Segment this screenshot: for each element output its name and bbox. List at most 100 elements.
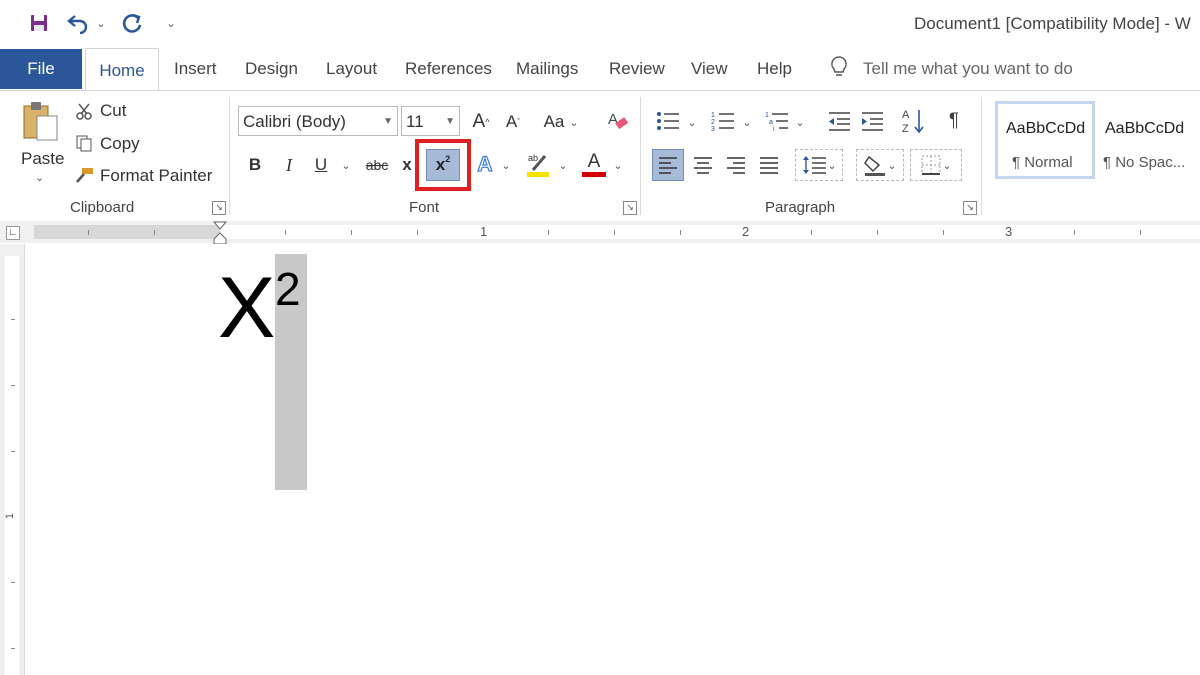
paragraph-launcher-icon[interactable]: ↘ bbox=[963, 201, 977, 215]
numbering-icon[interactable]: 123 bbox=[710, 107, 736, 135]
ribbon: Paste ⌄ Cut Copy Format Painter Clipboar… bbox=[0, 90, 1200, 222]
undo-icon[interactable] bbox=[64, 10, 92, 36]
font-size-box[interactable]: 11 ▼ bbox=[401, 106, 460, 136]
ruler-tick bbox=[811, 230, 812, 235]
font-name-dropdown-icon[interactable]: ▼ bbox=[383, 107, 393, 137]
ruler-number: 1 bbox=[4, 512, 17, 520]
superscript-exponent: 2 bbox=[445, 154, 451, 164]
italic-button[interactable]: I bbox=[278, 151, 300, 179]
highlight-dropdown-icon[interactable]: ⌄ bbox=[557, 153, 569, 177]
paste-icon[interactable] bbox=[20, 97, 60, 145]
scissors-icon[interactable] bbox=[74, 101, 94, 121]
tab-file[interactable]: File bbox=[0, 49, 82, 89]
numbering-dropdown-icon[interactable]: ⌄ bbox=[741, 111, 753, 133]
bullets-icon[interactable] bbox=[655, 107, 681, 135]
tab-selector-icon[interactable]: ∟ bbox=[6, 226, 20, 240]
separator bbox=[981, 97, 982, 215]
ruler-tick bbox=[614, 230, 615, 235]
multilevel-dropdown-icon[interactable]: ⌄ bbox=[794, 111, 806, 133]
paragraph-group-label: Paragraph bbox=[765, 199, 836, 216]
sort-icon[interactable]: AZ bbox=[900, 105, 926, 137]
tab-design[interactable]: Design bbox=[245, 48, 298, 90]
grow-font-icon[interactable]: A ^ bbox=[469, 109, 493, 135]
shading-icon[interactable]: ⌄ bbox=[856, 149, 904, 181]
svg-text:ab: ab bbox=[528, 153, 538, 163]
font-size-dropdown-icon[interactable]: ▼ bbox=[445, 107, 455, 137]
style-normal-label: ¶ Normal bbox=[1012, 154, 1073, 171]
svg-text:A: A bbox=[608, 111, 618, 128]
paste-dropdown-icon[interactable]: ⌄ bbox=[35, 171, 44, 184]
show-formatting-marks-icon[interactable]: ¶ bbox=[942, 107, 966, 135]
vertical-ruler[interactable]: 1 bbox=[0, 244, 25, 675]
underline-dropdown-icon[interactable]: ⌄ bbox=[340, 153, 352, 177]
ruler-tick bbox=[11, 582, 15, 583]
text-effects-dropdown-icon[interactable]: ⌄ bbox=[500, 153, 512, 177]
ruler-number: 1 bbox=[480, 224, 488, 239]
horizontal-ruler[interactable]: ∟ 1 2 3 bbox=[0, 221, 1200, 251]
redo-icon[interactable] bbox=[118, 10, 146, 36]
svg-text:Z: Z bbox=[902, 123, 909, 135]
text-effects-button[interactable]: A bbox=[474, 151, 496, 179]
tab-references[interactable]: References bbox=[405, 48, 492, 90]
style-normal[interactable]: AaBbCcDd ¶ Normal bbox=[995, 101, 1095, 179]
tab-review[interactable]: Review bbox=[609, 48, 665, 90]
ruler-number: 3 bbox=[1005, 224, 1013, 239]
ruler-tick bbox=[943, 230, 944, 235]
align-right-icon[interactable] bbox=[722, 149, 750, 181]
tell-me-search[interactable]: Tell me what you want to do bbox=[829, 48, 1073, 90]
title-bar: ⌄ ⌄ Document1 [Compatibility Mode] - W bbox=[0, 0, 1200, 48]
justify-icon[interactable] bbox=[755, 149, 783, 181]
subscript-button[interactable]: x bbox=[399, 151, 415, 179]
font-name-box[interactable]: Calibri (Body) ▼ bbox=[238, 106, 398, 136]
superscript-base: x bbox=[435, 155, 446, 174]
clipboard-launcher-icon[interactable]: ↘ bbox=[212, 201, 226, 215]
decrease-indent-icon[interactable] bbox=[826, 107, 852, 135]
increase-indent-icon[interactable] bbox=[859, 107, 885, 135]
tab-insert[interactable]: Insert bbox=[174, 48, 217, 90]
highlight-icon[interactable]: ab bbox=[524, 149, 552, 179]
tab-mailings[interactable]: Mailings bbox=[516, 48, 578, 90]
svg-text:i: i bbox=[773, 126, 775, 132]
copy-icon[interactable] bbox=[74, 133, 94, 153]
clear-formatting-icon[interactable]: A bbox=[603, 107, 631, 135]
tab-home[interactable]: Home bbox=[85, 48, 159, 93]
style-normal-preview: AaBbCcDd bbox=[1006, 120, 1086, 137]
format-painter-button[interactable]: Format Painter bbox=[100, 166, 212, 186]
font-color-dropdown-icon[interactable]: ⌄ bbox=[612, 153, 624, 177]
align-center-icon[interactable] bbox=[689, 149, 717, 181]
window-title: Document1 [Compatibility Mode] - W bbox=[914, 14, 1191, 33]
change-case-button[interactable]: Aa bbox=[540, 109, 568, 135]
style-no-spacing-preview: AaBbCcDd bbox=[1105, 120, 1185, 137]
paste-label[interactable]: Paste bbox=[21, 149, 64, 169]
strikethrough-button[interactable]: abc bbox=[362, 151, 392, 179]
bullets-dropdown-icon[interactable]: ⌄ bbox=[686, 111, 698, 133]
ruler-margin-left bbox=[34, 225, 220, 239]
copy-button[interactable]: Copy bbox=[100, 134, 140, 154]
ruler-tick bbox=[548, 230, 549, 235]
undo-dropdown-icon[interactable]: ⌄ bbox=[94, 10, 108, 36]
ruler-tick bbox=[1140, 230, 1141, 235]
multilevel-list-icon[interactable]: 1ai bbox=[764, 107, 790, 135]
borders-icon[interactable]: ⌄ bbox=[910, 149, 962, 181]
customize-icon[interactable]: ⌄ bbox=[162, 10, 180, 36]
superscript-button[interactable]: x2 bbox=[426, 149, 460, 181]
underline-button[interactable]: U bbox=[310, 151, 332, 179]
tab-help[interactable]: Help bbox=[757, 48, 792, 90]
tab-layout[interactable]: Layout bbox=[326, 48, 377, 90]
shrink-font-icon[interactable]: Aˇ bbox=[501, 109, 525, 135]
style-no-spacing[interactable]: AaBbCcDd ¶ No Spac... bbox=[1098, 101, 1200, 179]
lightbulb-icon bbox=[829, 55, 849, 84]
tab-view[interactable]: View bbox=[691, 48, 728, 90]
line-spacing-icon[interactable]: ⌄ bbox=[795, 149, 843, 181]
ruler-tick bbox=[11, 648, 15, 649]
cut-button[interactable]: Cut bbox=[100, 101, 126, 121]
font-color-button[interactable]: A bbox=[580, 149, 608, 179]
font-launcher-icon[interactable]: ↘ bbox=[623, 201, 637, 215]
format-painter-icon[interactable] bbox=[74, 165, 94, 185]
change-case-dropdown-icon[interactable]: ⌄ bbox=[568, 111, 580, 133]
document-page[interactable]: X 2 bbox=[25, 244, 1200, 675]
ruler-track: 1 2 3 bbox=[34, 224, 1200, 239]
bold-button[interactable]: B bbox=[244, 151, 266, 179]
save-icon[interactable] bbox=[26, 10, 52, 36]
align-left-button[interactable] bbox=[652, 149, 684, 181]
